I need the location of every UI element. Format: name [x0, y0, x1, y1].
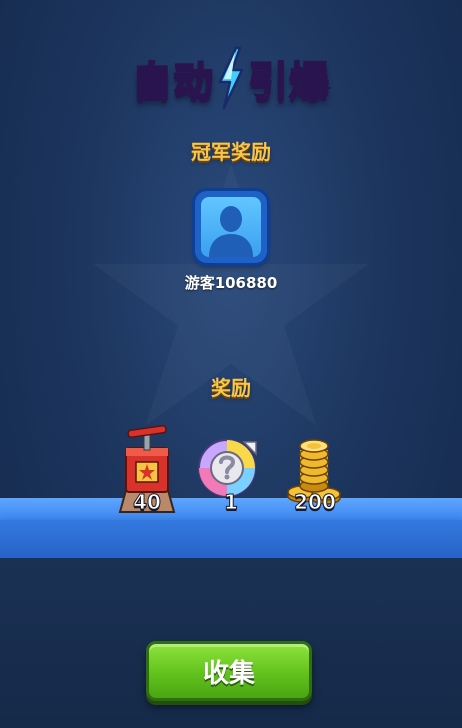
user-silhouette-icon — [209, 206, 253, 257]
logo-text-left: 自动 — [131, 58, 214, 106]
rewards-title: 奖励 — [211, 376, 251, 400]
reward-count: 1 — [224, 490, 239, 515]
reward-item-mystery-card: 1 — [186, 420, 276, 520]
lightning-bolt-icon — [218, 46, 244, 110]
logo-text-right: 引爆 — [247, 58, 330, 106]
reward-item-detonator: 40 — [102, 420, 192, 520]
reward-item-gold-coins: 200 — [270, 420, 360, 520]
shelf-front — [0, 520, 462, 558]
collect-button[interactable]: 收集 — [146, 641, 312, 701]
reward-count: 40 — [133, 490, 162, 515]
player-avatar — [195, 191, 267, 263]
reward-count: 200 — [294, 490, 337, 515]
game-logo: 自动 引爆 — [0, 38, 462, 118]
champion-reward-title: 冠军奖励 — [191, 140, 271, 164]
player-name: 游客106880 — [184, 274, 278, 292]
